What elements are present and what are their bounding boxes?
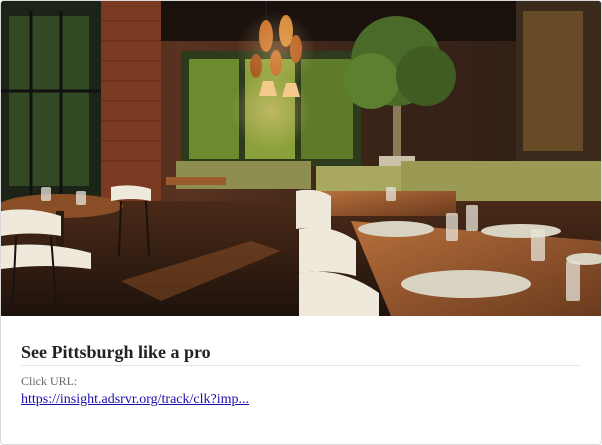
divider	[21, 365, 581, 366]
click-url-link[interactable]: https://insight.adsrvr.org/track/clk?imp…	[21, 391, 249, 409]
ad-preview-card: See Pittsburgh like a pro Click URL: htt…	[0, 0, 602, 445]
ad-headline: See Pittsburgh like a pro	[21, 342, 211, 362]
ad-hero-image[interactable]	[1, 1, 601, 316]
restaurant-interior-image	[1, 1, 601, 316]
click-url-label: Click URL:	[21, 374, 78, 388]
